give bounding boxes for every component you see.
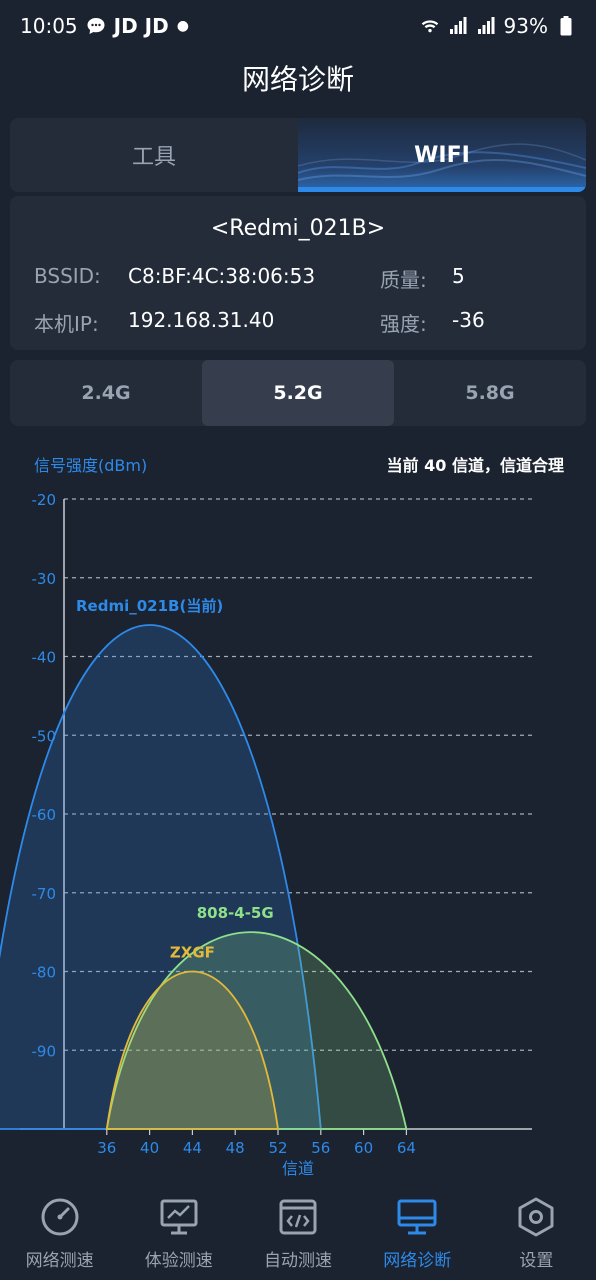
nav-label: 体验测速: [144, 1250, 213, 1271]
chart-y-axis-label: 信号强度(dBm): [34, 456, 148, 475]
local-ip-value: 192.168.31.40: [128, 308, 275, 332]
wifi-signal-icon: [420, 16, 440, 36]
x-axis-label: 信道: [282, 1159, 314, 1178]
quality-value: 5: [452, 264, 465, 288]
x-tick-label: 40: [140, 1139, 159, 1157]
ssid: <Redmi_021B>: [210, 216, 386, 241]
x-tick-label: 64: [397, 1139, 416, 1157]
tab-tools-label: 工具: [131, 145, 176, 170]
band-tabs: 2.4G 5.2G 5.8G: [10, 360, 586, 426]
band-tab-5-8g[interactable]: 5.8G: [394, 360, 586, 426]
nav-auto-test[interactable]: 自动测速: [238, 1186, 357, 1280]
status-time: 10:05: [20, 14, 78, 38]
wifi-info-card: <Redmi_021B> BSSID: C8:BF:4C:38:06:53 质量…: [10, 196, 586, 350]
desktop-icon: [397, 1199, 437, 1234]
chat-bubble-icon: [86, 16, 106, 36]
x-tick-label: 48: [226, 1139, 245, 1157]
signal-chart: -20-30-40-50-60-70-80-9036 40 44 48 52 56 60 64…: [0, 491, 532, 1178]
tab-wifi-label: WIFI: [414, 142, 470, 168]
hexagon-settings-icon: [518, 1197, 554, 1236]
band-tab-label: 2.4G: [81, 382, 131, 404]
bssid-value: C8:BF:4C:38:06:53: [128, 264, 316, 288]
nav-experience-test[interactable]: 体验测速: [119, 1186, 238, 1280]
status-left: 10:05 JD JD ●: [20, 14, 189, 38]
x-tick-label: 60: [354, 1139, 373, 1157]
nav-speed-test[interactable]: 网络测速: [0, 1186, 119, 1280]
bssid-label: BSSID:: [34, 264, 101, 288]
series-label: ZXGF: [170, 944, 215, 962]
monitor-chart-icon: [160, 1199, 198, 1234]
nav-label: 自动测速: [264, 1250, 332, 1271]
tab-tools[interactable]: 工具: [10, 118, 298, 192]
channel-status: 当前 40 信道，信道合理: [386, 456, 564, 475]
x-tick-label: 52: [268, 1139, 287, 1157]
nav-label: 设置: [519, 1250, 554, 1271]
nav-settings[interactable]: 设置: [477, 1186, 596, 1280]
band-tab-5-2g[interactable]: 5.2G: [202, 360, 394, 426]
status-notification-text: JD JD: [113, 14, 169, 38]
cell-signal-icon: [448, 16, 468, 36]
battery-icon: [556, 16, 576, 36]
bottom-nav: 网络测速 体验测速 自动测速 网络诊断 设置: [0, 1186, 596, 1280]
quality-label: 质量:: [380, 268, 427, 292]
status-bar: 10:05 JD JD ● 93%: [0, 0, 596, 52]
tab-wifi[interactable]: WIFI: [298, 118, 586, 192]
y-tick-label: -40: [32, 649, 57, 667]
segment-tabs: 工具 WIFI: [10, 118, 586, 192]
strength-value: -36: [452, 308, 485, 332]
series-label: Redmi_021B(当前): [76, 597, 223, 615]
band-tab-label: 5.2G: [273, 382, 323, 404]
strength-label: 强度:: [380, 312, 427, 336]
status-right: 93%: [420, 14, 576, 38]
x-tick-label: 56: [311, 1139, 330, 1157]
x-tick-label: 36: [97, 1139, 116, 1157]
series-label: 808-4-5G: [197, 904, 274, 922]
dot-icon: ●: [176, 18, 189, 34]
speedometer-icon: [41, 1198, 79, 1235]
nav-label: 网络测速: [25, 1250, 94, 1271]
y-tick-label: -30: [32, 570, 57, 588]
band-tab-label: 5.8G: [465, 382, 515, 404]
page-title: 网络诊断: [241, 63, 354, 96]
cell-signal-2-icon: [476, 16, 496, 36]
local-ip-label: 本机IP:: [34, 312, 99, 336]
y-tick-label: -20: [32, 491, 57, 509]
code-window-icon: [279, 1199, 317, 1234]
battery-percent: 93%: [503, 14, 548, 38]
band-tab-2-4g[interactable]: 2.4G: [10, 360, 202, 426]
nav-label: 网络诊断: [383, 1250, 452, 1271]
nav-network-diagnosis[interactable]: 网络诊断: [358, 1186, 477, 1280]
x-tick-label: 44: [183, 1139, 202, 1157]
